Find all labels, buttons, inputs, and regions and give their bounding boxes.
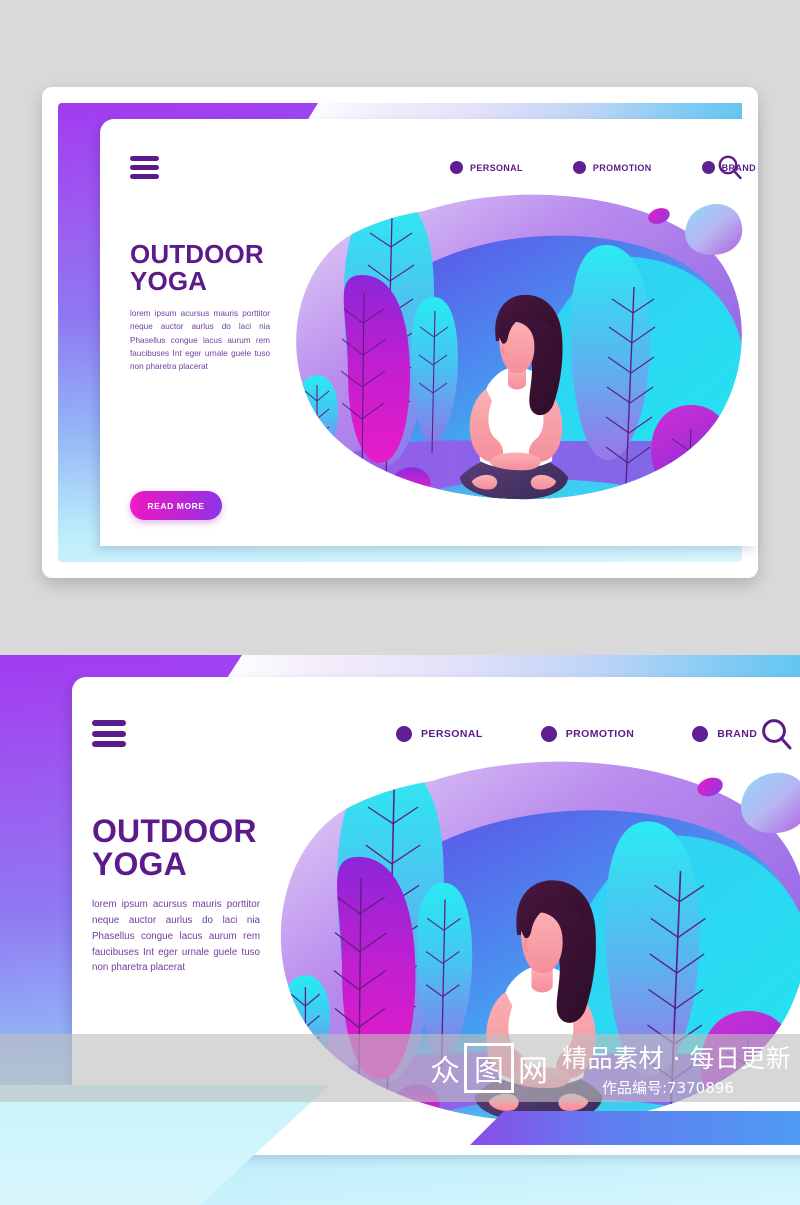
- watermark-logo: 众 图 网: [430, 1043, 548, 1093]
- tree-balloon-right: [651, 405, 732, 500]
- bottom-banner: PERSONAL PROMOTION BRAND OUTDOOR YOGA lo…: [0, 633, 800, 1205]
- search-icon[interactable]: [715, 153, 745, 188]
- nav-label: PROMOTION: [592, 162, 652, 173]
- watermark-band: 众 图 网 精品素材 · 每日更新 作品编号:7370896: [0, 1034, 800, 1102]
- nav-label: PERSONAL: [470, 162, 523, 173]
- yoga-scene-svg: [296, 194, 743, 500]
- primary-nav: PERSONAL PROMOTION BRAND: [396, 726, 757, 742]
- nav-item-promotion[interactable]: PROMOTION: [572, 161, 652, 174]
- tree-small-left: [296, 375, 338, 461]
- hero-body-text: lorem ipsum acursus mauris porttitor neq…: [130, 309, 270, 372]
- nav-item-personal[interactable]: PERSONAL: [396, 726, 483, 742]
- read-more-button[interactable]: READ MORE: [130, 491, 222, 520]
- decor-blob: [685, 204, 743, 255]
- decor-blob: [741, 772, 800, 834]
- hamburger-icon[interactable]: [92, 720, 126, 747]
- watermark-work-id: 作品编号:7370896: [602, 1078, 734, 1097]
- watermark-tagline: 精品素材 · 每日更新: [562, 1043, 792, 1073]
- hero-body-text: lorem ipsum acursus mauris porttitor neq…: [92, 899, 260, 974]
- watermark-logo-char-1: 众: [430, 1054, 460, 1089]
- nav-label: PERSONAL: [421, 728, 483, 740]
- hero-illustration: [282, 189, 758, 546]
- nav-bullet-icon: [701, 161, 715, 174]
- nav-item-personal[interactable]: PERSONAL: [450, 161, 523, 174]
- nav-label: BRAND: [717, 728, 758, 740]
- top-mockup-card: PERSONAL PROMOTION BRAND OUTDOOR YOGA lo: [42, 87, 758, 578]
- nav-item-brand[interactable]: BRAND: [692, 726, 757, 742]
- nav-bullet-icon: [396, 726, 412, 742]
- nav-bullet-icon: [540, 726, 557, 742]
- watermark-logo-char-2: 图: [464, 1043, 514, 1093]
- nav-bullet-icon: [450, 161, 463, 174]
- primary-nav: PERSONAL PROMOTION BRAND: [450, 161, 756, 174]
- top-landing-page: PERSONAL PROMOTION BRAND OUTDOOR YOGA lo: [100, 119, 758, 546]
- nav-bullet-icon: [572, 161, 586, 174]
- nav-item-promotion[interactable]: PROMOTION: [540, 726, 635, 742]
- search-icon[interactable]: [758, 716, 796, 759]
- bottom-blue-strip: [470, 1111, 800, 1145]
- hamburger-icon[interactable]: [130, 156, 159, 179]
- nav-label: PROMOTION: [565, 728, 635, 740]
- watermark-logo-char-3: 网: [518, 1054, 548, 1089]
- nav-bullet-icon: [692, 726, 709, 742]
